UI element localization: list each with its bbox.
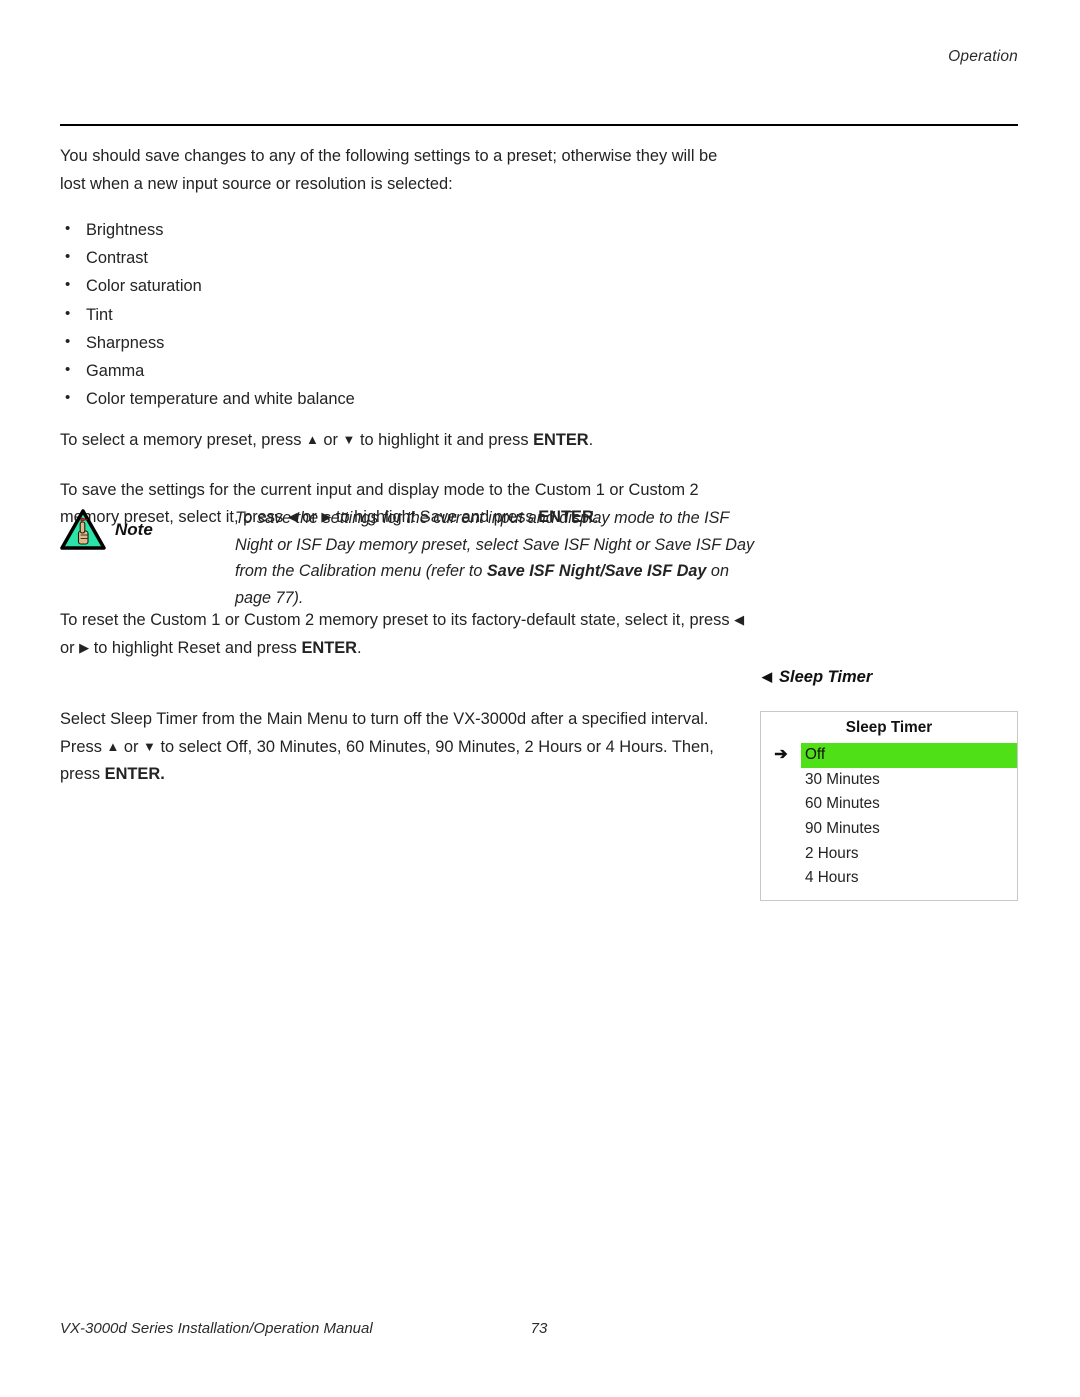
down-arrow-icon: ▼: [342, 432, 356, 448]
text-fragment: or: [318, 431, 343, 450]
osd-menu-item-label: Off: [801, 743, 1017, 768]
page-header-section-title: Operation: [948, 48, 1018, 65]
text-fragment: to highlight Reset and press: [89, 638, 302, 657]
right-arrow-icon: ▶: [79, 639, 90, 655]
margin-callout-sleep-timer: ◀ Sleep Timer: [762, 668, 872, 687]
list-item-label: Brightness: [86, 221, 164, 239]
settings-bullet-list: Brightness Contrast Color saturation Tin…: [60, 215, 740, 413]
osd-menu-item-4-hours[interactable]: 4 Hours: [761, 866, 1017, 891]
left-triangle-icon: ◀: [762, 669, 772, 684]
osd-sleep-timer-menu: Sleep Timer ➔ Off 30 Minutes 60 Minutes …: [760, 711, 1018, 901]
list-item-label: Gamma: [86, 362, 145, 381]
note-label-group: Note: [60, 505, 235, 551]
enter-key-label: ENTER.: [104, 765, 165, 783]
text-fragment: .: [588, 431, 594, 450]
enter-key-label: ENTER: [301, 638, 357, 657]
text-fragment: To select a memory preset, press: [60, 431, 306, 450]
note-reference-bold: Save ISF Night/Save ISF Day: [486, 562, 707, 580]
osd-menu-item-2-hours[interactable]: 2 Hours: [761, 841, 1017, 866]
osd-menu-item-90-minutes[interactable]: 90 Minutes: [761, 817, 1017, 842]
document-page: Operation You should save changes to any…: [0, 0, 1080, 1397]
selection-arrow-icon: ➔: [774, 746, 788, 764]
osd-menu-item-label: 2 Hours: [805, 844, 859, 862]
list-item: Tint: [60, 300, 740, 329]
osd-menu-item-label: 30 Minutes: [805, 770, 880, 788]
osd-menu-item-label: 60 Minutes: [805, 795, 880, 813]
body-content-bottom: To reset the Custom 1 or Custom 2 memory…: [60, 607, 750, 811]
osd-menu-item-off[interactable]: ➔ Off: [761, 743, 1017, 768]
up-arrow-icon: ▲: [305, 432, 319, 448]
margin-callout-label: Sleep Timer: [779, 668, 873, 686]
list-item-label: Tint: [86, 305, 113, 324]
up-arrow-icon: ▲: [106, 738, 120, 754]
intro-paragraph: You should save changes to any of the fo…: [60, 147, 718, 193]
footer-page-number: 73: [530, 1320, 548, 1337]
osd-menu-item-30-minutes[interactable]: 30 Minutes: [761, 768, 1017, 793]
text-fragment: to highlight it and press: [355, 431, 534, 450]
text-fragment: or: [119, 737, 144, 756]
note-label: Note: [115, 520, 153, 539]
osd-menu-item-60-minutes[interactable]: 60 Minutes: [761, 792, 1017, 817]
list-item: Contrast: [60, 243, 740, 272]
osd-menu-item-label: 4 Hours: [805, 869, 859, 887]
note-triangle-hand-icon: [60, 509, 106, 550]
osd-menu-item-label: 90 Minutes: [805, 820, 880, 838]
enter-key-label: ENTER: [533, 431, 589, 450]
list-item: Gamma: [60, 356, 740, 385]
left-arrow-icon: ◀: [734, 612, 745, 627]
text-fragment: or: [60, 638, 80, 657]
note-body-text: To save the settings for the current inp…: [235, 505, 760, 611]
list-item-label: Color temperature and white balance: [86, 390, 355, 409]
text-fragment: .: [357, 638, 362, 657]
page-footer: VX-3000d Series Installation/Operation M…: [60, 1320, 1018, 1342]
osd-menu-title: Sleep Timer: [845, 719, 933, 736]
list-item-label: Sharpness: [86, 333, 165, 352]
list-item: Sharpness: [60, 328, 740, 357]
list-item: Brightness: [60, 215, 740, 244]
body-content-top: You should save changes to any of the fo…: [60, 143, 740, 554]
reset-preset-paragraph: To reset the Custom 1 or Custom 2 memory…: [60, 607, 750, 662]
list-item-label: Color saturation: [86, 277, 202, 296]
list-item: Color saturation: [60, 271, 740, 300]
text-fragment: To reset the Custom 1 or Custom 2 memory…: [60, 611, 735, 629]
list-item-label: Contrast: [86, 249, 148, 268]
header-divider-rule: [60, 124, 1018, 126]
list-item: Color temperature and white balance: [60, 384, 740, 413]
down-arrow-icon: ▼: [143, 738, 156, 754]
sleep-timer-paragraph: Select Sleep Timer from the Main Menu to…: [60, 706, 750, 789]
note-callout-block: Note To save the settings for the curren…: [60, 505, 760, 611]
select-preset-paragraph: To select a memory preset, press ▲ or ▼ …: [60, 427, 740, 455]
